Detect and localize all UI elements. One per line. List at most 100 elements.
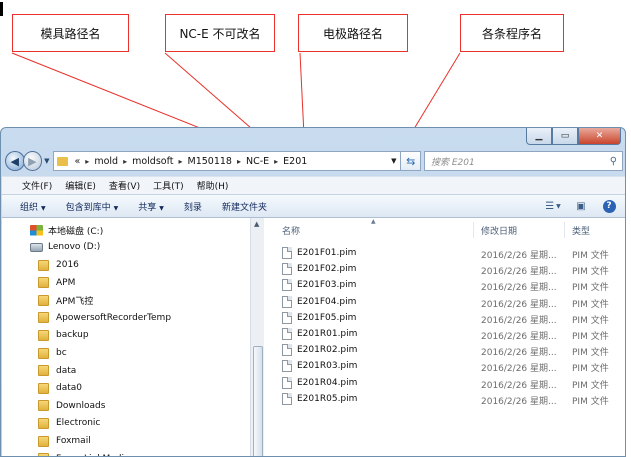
menu-edit[interactable]: 编辑(E): [65, 179, 96, 192]
file-row[interactable]: E201R05.pim 2016/2/26 星期... PIM 文件: [265, 392, 625, 408]
file-type: PIM 文件: [572, 251, 609, 261]
breadcrumb-overflow[interactable]: «: [74, 156, 80, 167]
file-type: PIM 文件: [572, 332, 609, 342]
file-row[interactable]: E201R04.pim 2016/2/26 星期... PIM 文件: [265, 376, 625, 392]
include-library-button[interactable]: 包含到库中 ▼: [66, 200, 119, 213]
toolbar-right: ☰ ▼ ▣ ?: [534, 198, 618, 214]
view-options-icon[interactable]: ☰ ▼: [544, 198, 562, 214]
tree-item-folder[interactable]: ApowersoftRecorderTemp: [38, 310, 171, 326]
drive-c-icon: [30, 224, 43, 236]
breadcrumb-item-m150118[interactable]: M150118: [188, 156, 232, 167]
file-row[interactable]: E201R01.pim 2016/2/26 星期... PIM 文件: [265, 327, 625, 343]
menu-file[interactable]: 文件(F): [22, 179, 52, 192]
file-name-cell: E201R05.pim: [282, 392, 357, 405]
minimize-icon: ▁: [535, 131, 543, 141]
column-divider[interactable]: [564, 222, 565, 238]
breadcrumb-separator-icon[interactable]: ▸: [85, 157, 89, 166]
file-name: E201F01.pim: [297, 248, 357, 258]
file-modified-date: 2016/2/26 星期...: [481, 332, 557, 342]
menu-view[interactable]: 查看(V): [109, 179, 140, 192]
file-row[interactable]: E201F04.pim 2016/2/26 星期... PIM 文件: [265, 295, 625, 311]
share-label: 共享: [138, 202, 157, 213]
file-row[interactable]: E201R03.pim 2016/2/26 星期... PIM 文件: [265, 359, 625, 375]
file-row[interactable]: E201F05.pim 2016/2/26 星期... PIM 文件: [265, 311, 625, 327]
breadcrumb-item-mold[interactable]: mold: [94, 156, 118, 167]
search-placeholder: 搜索 E201: [431, 157, 475, 168]
tree-item-label: data0: [56, 383, 82, 394]
refresh-button[interactable]: ⇆: [401, 151, 421, 171]
breadcrumb-separator-icon[interactable]: ▸: [123, 157, 127, 166]
folder-icon: [57, 156, 69, 166]
minimize-button[interactable]: ▁: [526, 128, 552, 145]
scroll-up-icon[interactable]: ▲: [254, 220, 259, 228]
search-icon[interactable]: ⚲: [610, 156, 617, 167]
file-icon: [282, 360, 292, 373]
scrollbar-thumb[interactable]: [253, 346, 263, 456]
file-type: PIM 文件: [572, 396, 609, 407]
breadcrumb-item-e201[interactable]: E201: [283, 156, 307, 167]
tree-item-folder[interactable]: data0: [38, 380, 82, 396]
column-header-modified[interactable]: 修改日期: [481, 224, 517, 240]
address-dropdown-icon[interactable]: ▼: [391, 157, 396, 165]
tree-item-drive-d[interactable]: Lenovo (D:): [30, 239, 100, 255]
folder-icon: [38, 277, 49, 289]
tree-item-folder[interactable]: 2016: [38, 257, 79, 273]
forward-button[interactable]: ▶: [22, 151, 43, 171]
column-header-name[interactable]: 名称: [282, 224, 300, 240]
tree-item-label: Foxmail: [56, 436, 91, 446]
recent-pages-dropdown-icon[interactable]: ▼: [44, 157, 49, 165]
breadcrumb-separator-icon[interactable]: ▸: [237, 157, 241, 166]
tree-item-label: backup: [56, 330, 89, 341]
callout-nce-fixed: NC-E 不可改名: [165, 14, 275, 52]
address-bar[interactable]: « ▸ mold ▸ moldsoft ▸ M150118 ▸ NC-E ▸ E…: [53, 151, 402, 171]
explorer-window: ▁ ▭ ✕ ◀ ▶ ▼ « ▸ mold ▸ moldsoft ▸ M15011…: [0, 127, 626, 457]
file-modified-date: 2016/2/26 星期...: [481, 396, 557, 407]
file-row[interactable]: E201F02.pim 2016/2/26 星期... PIM 文件: [265, 262, 625, 278]
breadcrumb-separator-icon[interactable]: ▸: [178, 157, 182, 166]
file-name-cell: E201R03.pim: [282, 360, 357, 373]
back-button[interactable]: ◀: [5, 151, 25, 171]
folder-icon: [38, 400, 49, 412]
file-name-cell: E201F05.pim: [282, 311, 356, 324]
preview-pane-icon[interactable]: ▣: [572, 198, 590, 214]
tree-item-drive-c[interactable]: 本地磁盘 (C:): [30, 222, 103, 238]
back-arrow-icon: ◀: [10, 154, 19, 168]
tree-item-folder[interactable]: APM: [38, 275, 75, 291]
file-type: PIM 文件: [572, 283, 609, 294]
column-divider[interactable]: [473, 222, 474, 238]
nav-pane-scrollbar[interactable]: ▲: [250, 218, 264, 456]
tree-item-folder[interactable]: backup: [38, 327, 89, 343]
menu-help[interactable]: 帮助(H): [197, 179, 229, 192]
tree-item-folder[interactable]: bc: [38, 345, 67, 361]
tree-item-folder[interactable]: FrameLinkMedia: [38, 451, 130, 456]
close-button[interactable]: ✕: [578, 128, 621, 145]
file-name-cell: E201F04.pim: [282, 295, 356, 308]
file-row[interactable]: E201F01.pim 2016/2/26 星期... PIM 文件: [265, 246, 625, 262]
maximize-button[interactable]: ▭: [552, 128, 578, 145]
tree-item-label: APM飞控: [56, 296, 94, 307]
menu-tools[interactable]: 工具(T): [153, 179, 184, 192]
file-row[interactable]: E201R02.pim 2016/2/26 星期... PIM 文件: [265, 343, 625, 359]
file-name-cell: E201F02.pim: [282, 263, 356, 276]
file-icon: [282, 247, 292, 259]
tree-item-folder[interactable]: Electronic: [38, 415, 100, 431]
tree-item-folder[interactable]: Foxmail: [38, 433, 91, 449]
tree-item-label: Lenovo (D:): [48, 242, 101, 252]
file-name: E201R01.pim: [297, 329, 358, 339]
share-button[interactable]: 共享 ▼: [138, 200, 164, 213]
tree-item-folder[interactable]: APM飞控: [38, 292, 93, 308]
search-input[interactable]: 搜索 E201 ⚲: [424, 151, 624, 171]
tree-item-folder[interactable]: data: [38, 363, 76, 379]
tree-item-folder[interactable]: Downloads: [38, 398, 105, 414]
burn-button[interactable]: 刻录: [184, 200, 202, 213]
breadcrumb-item-nce[interactable]: NC-E: [246, 156, 269, 167]
file-type: PIM 文件: [572, 299, 609, 310]
breadcrumb-separator-icon[interactable]: ▸: [274, 157, 278, 166]
help-button[interactable]: ?: [600, 198, 618, 214]
breadcrumb-item-moldsoft[interactable]: moldsoft: [132, 156, 173, 167]
new-folder-button[interactable]: 新建文件夹: [222, 200, 267, 213]
organize-button[interactable]: 组织 ▼: [20, 200, 46, 213]
file-name: E201R04.pim: [297, 377, 358, 388]
file-row[interactable]: E201F03.pim 2016/2/26 星期... PIM 文件: [265, 278, 625, 294]
column-header-type[interactable]: 类型: [572, 224, 590, 240]
